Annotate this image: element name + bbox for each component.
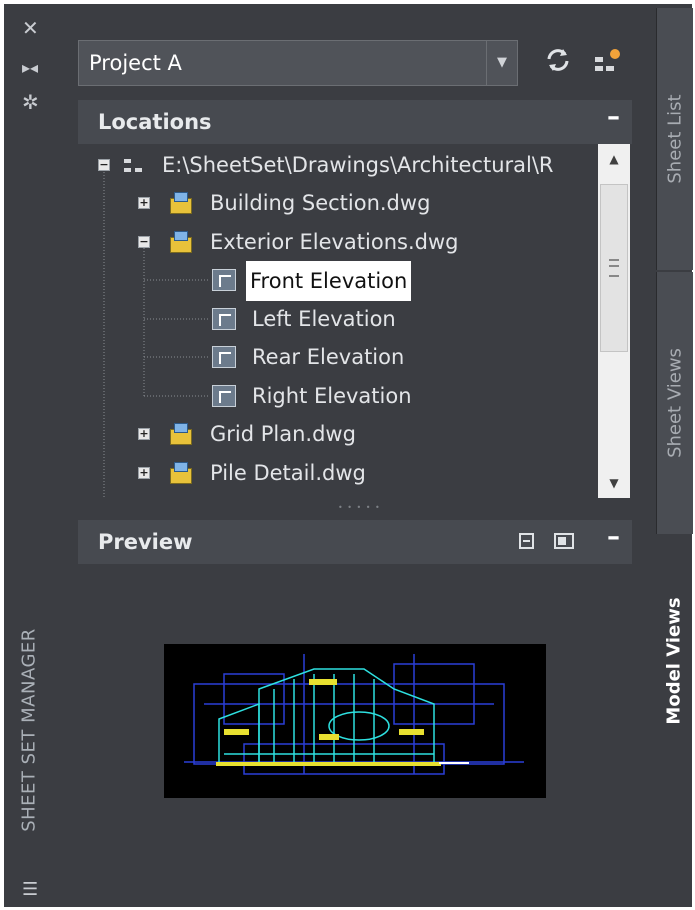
panel-splitter[interactable]: • • • • • — [78, 500, 632, 514]
drawing-icon — [170, 231, 192, 253]
tree-node-label: Pile Detail.dwg — [210, 461, 366, 485]
tree-node-label: E:\SheetSet\Drawings\Architectural\R — [162, 153, 554, 177]
tree-node-label: Left Elevation — [252, 307, 396, 331]
sheet-set-icon[interactable] — [588, 45, 624, 81]
chevron-down-icon[interactable]: ▼ — [486, 41, 517, 85]
locations-panel: Locations – — [78, 100, 632, 144]
preview-panel: Preview – — [78, 520, 632, 564]
tree-node-label: Right Elevation — [252, 384, 412, 408]
details-icon[interactable] — [554, 532, 574, 550]
locations-title: Locations — [98, 110, 212, 134]
view-icon — [212, 346, 236, 368]
collapse-icon[interactable]: − — [98, 159, 110, 171]
preview-header[interactable]: Preview – — [78, 520, 632, 564]
drawing-icon — [170, 192, 192, 214]
location-glyph — [124, 159, 142, 172]
sheet-set-dropdown-value: Project A — [89, 51, 182, 75]
drawing-icon — [170, 423, 192, 445]
tree-node-label: Exterior Elevations.dwg — [210, 230, 459, 254]
refresh-icon[interactable] — [540, 45, 576, 81]
collapse-icon[interactable]: − — [138, 236, 150, 248]
expand-icon[interactable]: + — [138, 467, 150, 479]
location-icon — [122, 154, 146, 176]
locations-collapse-button[interactable]: – — [607, 102, 620, 132]
preview-title: Preview — [98, 530, 193, 554]
view-icon — [212, 269, 236, 291]
tab-model-views[interactable]: Model Views — [656, 536, 692, 786]
palette-tabs: Sheet List Sheet Views Model Views — [656, 4, 693, 907]
sheet-set-glyph — [595, 49, 620, 71]
expand-icon[interactable]: + — [138, 428, 150, 440]
locations-tree: − E:\SheetSet\Drawings\Architectural\R +… — [78, 144, 596, 498]
splitter-grip-icon: • • • • • — [338, 503, 381, 512]
tab-label: Model Views — [663, 597, 685, 725]
elevation-drawing — [184, 654, 524, 775]
tab-sheet-list[interactable]: Sheet List — [656, 8, 693, 270]
close-icon[interactable]: ✕ — [22, 18, 39, 38]
tree-node-label: Grid Plan.dwg — [210, 422, 356, 446]
scroll-down-icon[interactable]: ▼ — [598, 468, 630, 498]
palette-title: SHEET SET MANAGER — [18, 628, 40, 832]
expand-icon[interactable]: + — [138, 197, 150, 209]
preview-collapse-button[interactable]: – — [607, 522, 620, 552]
tree-node-label: Rear Elevation — [252, 345, 405, 369]
view-icon — [212, 385, 236, 407]
tree-scrollbar[interactable]: ▲ ▼ — [598, 144, 630, 498]
auto-hide-icon[interactable]: ▸◂ — [22, 58, 38, 78]
tree-node-label: Front Elevation — [246, 261, 412, 301]
view-icon — [212, 308, 236, 330]
scrollbar-thumb[interactable] — [600, 184, 628, 352]
drawing-icon — [170, 462, 192, 484]
locations-header[interactable]: Locations – — [78, 100, 632, 144]
properties-icon[interactable]: ✲ — [22, 92, 39, 112]
scroll-up-icon[interactable]: ▲ — [598, 144, 630, 174]
refresh-glyph — [547, 49, 569, 71]
menu-icon[interactable]: ☰ — [22, 880, 38, 900]
tab-label: Sheet List — [664, 94, 686, 184]
details-glyph — [554, 533, 574, 549]
sheet-set-dropdown[interactable]: Project A ▼ — [78, 40, 518, 86]
tab-sheet-views[interactable]: Sheet Views — [656, 272, 693, 534]
tree-node-label: Building Section.dwg — [210, 191, 431, 215]
preview-glyph — [519, 533, 534, 549]
preview-icon[interactable] — [518, 532, 536, 550]
tab-label: Sheet Views — [664, 348, 686, 458]
drawing-preview-image — [164, 644, 546, 798]
